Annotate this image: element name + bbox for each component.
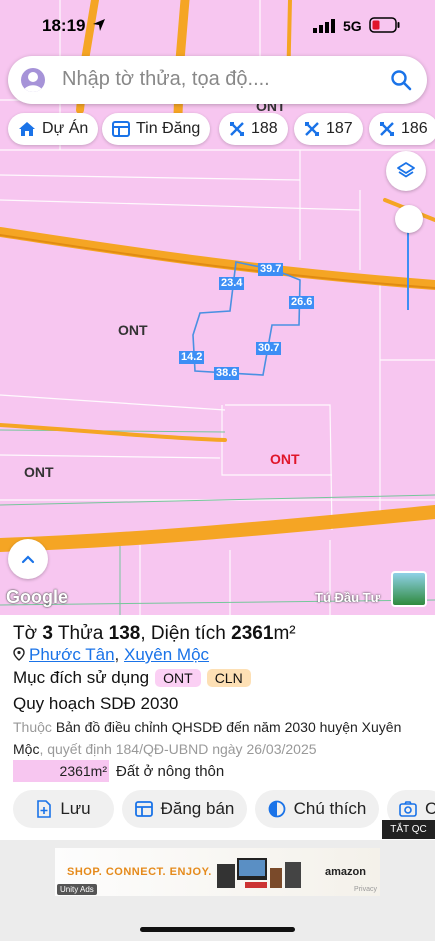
close-ad-button[interactable]: TẮT QC [382, 820, 435, 839]
title-mid: Thửa [52, 623, 109, 644]
layers-icon [397, 162, 415, 178]
land-purpose: Mục đích sử dụng ONT CLN [13, 668, 251, 688]
map-marker-cross-icon [379, 121, 395, 137]
camera-label: C [425, 799, 435, 818]
add-file-icon [36, 800, 52, 818]
ad-slogan: SHOP. CONNECT. ENJOY. [67, 866, 212, 878]
list-icon [112, 121, 130, 137]
camera-icon [399, 801, 417, 817]
search-icon[interactable] [389, 68, 413, 92]
area-unit: m² [273, 623, 296, 644]
map-credit: Tú Đầu Tư [315, 590, 381, 605]
chip-label: 186 [401, 120, 428, 137]
chip-186[interactable]: 186 [369, 113, 435, 145]
map-marker-cross-icon [229, 121, 245, 137]
dimension-label: 23.4 [219, 277, 245, 290]
plan-title: Quy hoạch SDĐ 2030 [13, 694, 179, 713]
save-label: Lưu [60, 799, 91, 818]
legend-label: Đất ở nông thôn [116, 762, 225, 780]
area-prefix: , Diện tích [140, 623, 232, 644]
lot-number: 138 [108, 623, 141, 644]
chip-label: Dự Án [42, 120, 89, 137]
status-bar: 18:19 5G [0, 0, 435, 50]
location-separator: , [114, 645, 124, 664]
zone-label-left-mid: ONT [118, 322, 148, 338]
dimension-label: 38.6 [214, 367, 240, 380]
chip-tin-dang[interactable]: Tin Đăng [102, 113, 211, 145]
parcel-location: Phước Tân, Xuyên Mộc [13, 645, 209, 665]
battery-icon [369, 17, 400, 33]
belongs-text: Thuộc [13, 719, 56, 735]
parcel-info-panel: Tờ 3 Thửa 138, Diện tích 2361m² Phước Tâ… [0, 615, 435, 840]
google-logo: Google [6, 587, 68, 607]
status-time: 18:19 [42, 16, 86, 35]
post-sale-label: Đăng bán [160, 799, 235, 818]
dimension-label: 39.7 [258, 263, 284, 276]
ad-products-image [217, 858, 301, 888]
zone-label-center: ONT [270, 451, 300, 467]
search-input[interactable]: Nhập tờ thửa, tọa độ.... [62, 68, 270, 91]
chip-187[interactable]: 187 [294, 113, 363, 145]
ad-privacy[interactable]: Privacy [354, 886, 377, 893]
ad-brand: amazon [325, 866, 366, 878]
chip-label: Tin Đăng [136, 120, 201, 137]
contrast-icon [268, 800, 286, 818]
location-pin-icon [13, 647, 25, 661]
user-avatar-icon [23, 72, 43, 92]
app-screen: ONT ONT ONT ONT 39.7 23.4 26.6 30.7 14.2… [0, 0, 435, 941]
expand-panel-button[interactable] [8, 539, 48, 579]
zone-label-left-low: ONT [24, 464, 54, 480]
plan-description: Thuộc Bản đồ điều chỉnh QHSDĐ đến năm 20… [13, 716, 423, 760]
chip-label: 187 [326, 120, 353, 137]
dimension-label: 26.6 [289, 296, 315, 309]
dimension-label: 14.2 [179, 351, 205, 364]
sheet-number: 3 [42, 623, 53, 644]
parcel-title: Tờ 3 Thửa 138, Diện tích 2361m² [13, 623, 296, 645]
search-bar[interactable]: Nhập tờ thửa, tọa độ.... [8, 56, 427, 104]
opacity-slider-knob[interactable] [395, 205, 423, 233]
district-link[interactable]: Xuyên Mộc [124, 645, 209, 664]
location-arrow-icon [93, 19, 105, 31]
ad-provider: Unity Ads [57, 884, 97, 895]
user-thumbnail[interactable] [391, 571, 427, 607]
chevron-up-icon [21, 555, 35, 564]
save-button[interactable]: Lưu [13, 790, 114, 828]
list-icon [134, 801, 153, 817]
signal-icon [313, 19, 335, 33]
legend-row: 2361m² Đất ở nông thôn [13, 760, 224, 782]
legend-swatch: 2361m² [13, 760, 109, 782]
network-type: 5G [343, 18, 362, 34]
opacity-slider-track[interactable] [407, 220, 409, 310]
home-indicator[interactable] [140, 927, 295, 932]
dimension-label: 30.7 [256, 342, 282, 355]
purpose-badge-ont: ONT [155, 669, 201, 687]
layers-button[interactable] [386, 151, 426, 191]
purpose-badge-cln: CLN [206, 669, 251, 687]
legend-button[interactable]: Chú thích [255, 790, 379, 828]
purpose-label: Mục đích sử dụng [13, 668, 150, 687]
post-sale-button[interactable]: Đăng bán [122, 790, 247, 828]
area-value: 2361 [231, 623, 274, 644]
legend-button-label: Chú thích [293, 799, 367, 818]
chip-du-an[interactable]: Dự Án [8, 113, 99, 145]
ad-banner[interactable]: SHOP. CONNECT. ENJOY. amazon Unity Ads P… [55, 848, 380, 896]
chip-label: 188 [251, 120, 278, 137]
ward-link[interactable]: Phước Tân [29, 645, 115, 664]
map-marker-cross-icon [304, 121, 320, 137]
decision-text: , quyết định 184/QĐ-UBND ngày 26/03/2025 [39, 741, 317, 757]
title-prefix: Tờ [13, 623, 43, 644]
chip-188[interactable]: 188 [219, 113, 288, 145]
home-icon [18, 121, 36, 137]
avatar[interactable] [21, 68, 45, 92]
